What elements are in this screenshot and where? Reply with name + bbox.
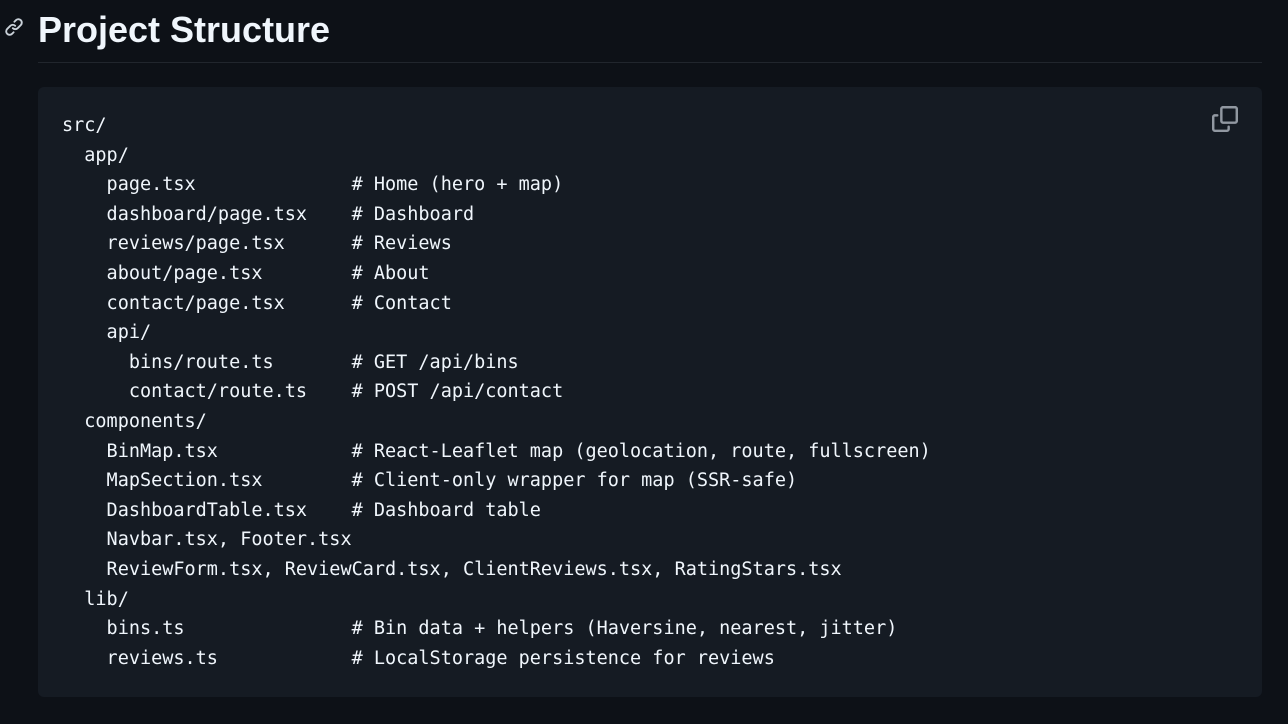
code-line: contact/page.tsx # Contact (62, 292, 452, 314)
code-line: lib/ (62, 588, 129, 610)
code-line: bins/route.ts # GET /api/bins (62, 351, 519, 373)
code-block: src/ app/ page.tsx # Home (hero + map) d… (38, 87, 1262, 697)
code-content: src/ app/ page.tsx # Home (hero + map) d… (62, 111, 931, 673)
page-title: Project Structure (38, 9, 331, 50)
code-line: about/page.tsx # About (62, 262, 430, 284)
code-line: reviews/page.tsx # Reviews (62, 233, 452, 255)
heading-divider (38, 62, 1262, 63)
code-line: components/ (62, 410, 207, 432)
code-line: DashboardTable.tsx # Dashboard table (62, 499, 541, 521)
copy-button[interactable] (1210, 105, 1240, 137)
code-line: MapSection.tsx # Client-only wrapper for… (62, 470, 798, 492)
code-line: page.tsx # Home (hero + map) (62, 174, 564, 196)
code-line: reviews.ts # LocalStorage persistence fo… (62, 647, 775, 669)
code-line: contact/route.ts # POST /api/contact (62, 381, 564, 403)
code-line: app/ (62, 144, 129, 166)
link-icon (4, 17, 24, 37)
code-line: Navbar.tsx, Footer.tsx (62, 529, 352, 551)
code-line: BinMap.tsx # React-Leaflet map (geolocat… (62, 440, 931, 462)
heading-anchor-link[interactable] (4, 17, 24, 37)
code-line: dashboard/page.tsx # Dashboard (62, 203, 475, 225)
code-line: bins.ts # Bin data + helpers (Haversine,… (62, 618, 898, 640)
copy-icon (1212, 105, 1238, 137)
code-line: api/ (62, 322, 152, 344)
code-line: src/ (62, 115, 107, 136)
code-line: ReviewForm.tsx, ReviewCard.tsx, ClientRe… (62, 558, 842, 580)
section-heading: Project Structure (0, 0, 1262, 63)
